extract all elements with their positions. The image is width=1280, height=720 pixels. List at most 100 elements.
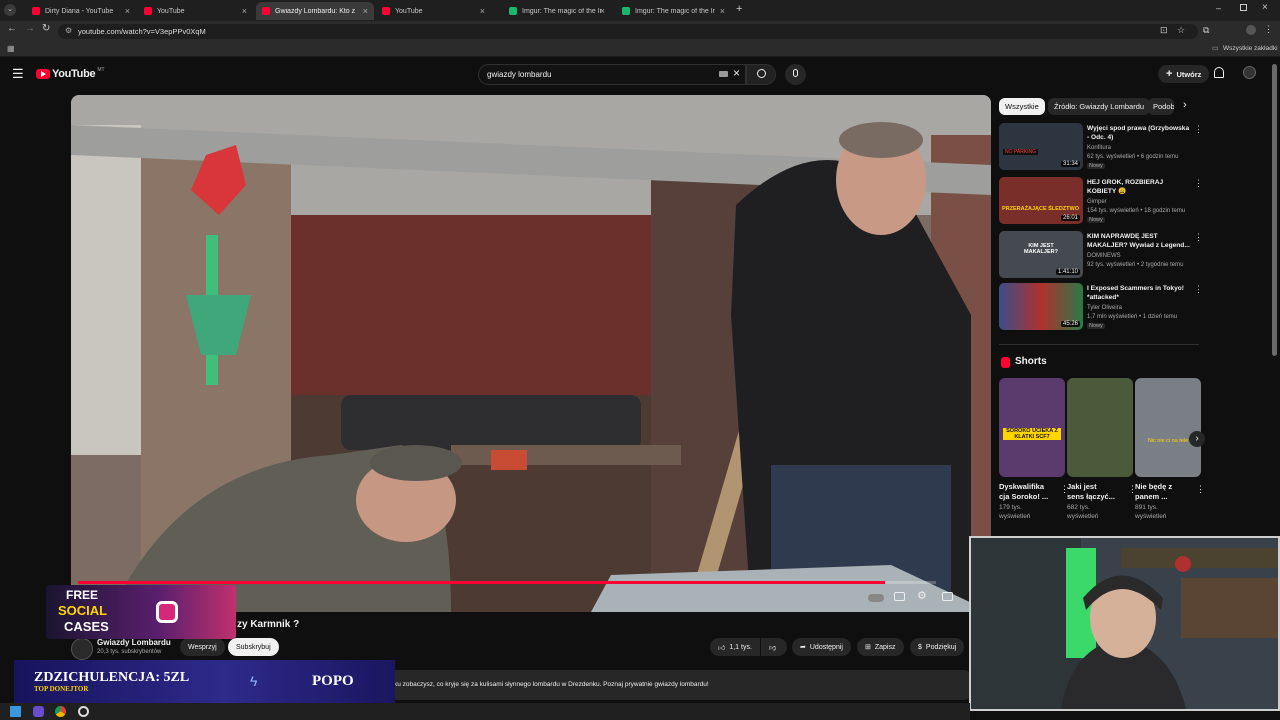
recommended-video[interactable]: PRZERAŻAJĄCE ŚLEDZTWO 26:01 HEJ GROK, RO… <box>999 177 1203 225</box>
search-button[interactable] <box>746 64 776 85</box>
reload-icon[interactable]: ↻ <box>42 23 50 34</box>
browser-tab-bar: ⌄ Dirty Diana - YouTube × YouTube × Gwiazd… <box>0 0 1280 21</box>
save-playlist-icon: ⊞ <box>865 644 871 651</box>
forward-icon[interactable]: → <box>25 23 35 34</box>
close-tab-icon[interactable]: × <box>242 6 247 16</box>
browser-tab[interactable]: Imgur: The magic of the Interne× <box>616 2 731 20</box>
minimize-icon[interactable]: – <box>1216 3 1221 13</box>
video-title: zy Karmnik ? <box>237 619 300 630</box>
browser-tab[interactable]: Imgur: The magic of the Interne× <box>503 2 611 20</box>
more-actions-icon[interactable]: ⋮ <box>1196 484 1205 495</box>
short-item[interactable]: Nic nie ci na tele Nie będę z panem ... … <box>1135 378 1205 521</box>
start-menu-icon[interactable] <box>10 706 21 717</box>
browser-tab[interactable]: YouTube × <box>138 2 253 20</box>
install-icon[interactable]: ⊡ <box>1160 25 1168 36</box>
youtube-favicon-icon <box>382 7 390 15</box>
chevron-right-icon[interactable]: › <box>1183 99 1187 111</box>
folder-icon: ▭ <box>1212 45 1219 52</box>
close-tab-icon[interactable]: × <box>125 6 130 16</box>
settings-gear-icon[interactable]: ⚙ <box>917 589 927 602</box>
youtube-logo[interactable]: YouTube MT <box>36 67 105 80</box>
apps-grid-icon[interactable]: ▦ <box>7 44 15 53</box>
microphone-icon <box>793 69 798 77</box>
page-scrollbar[interactable] <box>1272 64 1277 356</box>
tab-menu-icon[interactable]: ⌄ <box>4 4 16 16</box>
channel-name-link[interactable]: Gwiazdy Lombardu <box>97 638 171 647</box>
video-player[interactable] <box>71 95 991 612</box>
chrome-taskbar-icon[interactable] <box>55 706 66 717</box>
shorts-heading: Shorts <box>1015 356 1047 367</box>
video-thumbnail: PRZERAŻAJĄCE ŚLEDZTWO 26:01 <box>999 177 1083 224</box>
clear-search-icon[interactable]: × <box>733 66 740 80</box>
free-social-cases-banner: FREE SOCIAL CASES <box>46 585 236 639</box>
short-item[interactable]: Jaki jest sens łączyć... 682 tys. wyświe… <box>1067 378 1137 521</box>
video-thumbnail: KIM JEST MAKALJER? 1:41:10 <box>999 231 1083 278</box>
search-input[interactable]: gwiazdy lombardu × <box>478 64 746 85</box>
support-button[interactable]: Wesprzyj <box>180 638 225 656</box>
streamer-webcam <box>969 536 1280 711</box>
browser-tab[interactable]: YouTube × <box>376 2 491 20</box>
voice-search-button[interactable] <box>785 64 806 85</box>
browser-menu-icon[interactable]: ⋮ <box>1264 24 1273 35</box>
more-actions-icon[interactable]: ⋮ <box>1194 178 1203 189</box>
short-thumbnail: SOROKO UCIEKA Z KLATKI SCF7 <box>999 378 1065 477</box>
subtitles-icon[interactable] <box>894 592 905 601</box>
description-text: ku zobaczysz, co kryje się za kulisami s… <box>394 681 709 688</box>
channel-avatar[interactable] <box>71 638 93 660</box>
more-actions-icon[interactable]: ⋮ <box>1194 284 1203 295</box>
taskbar-app-icon[interactable] <box>78 706 89 717</box>
dislike-button[interactable]: 👎︎ <box>761 638 787 656</box>
extensions-icon[interactable]: ⧉ <box>1203 25 1209 36</box>
profile-icon[interactable] <box>1246 25 1256 35</box>
youtube-favicon-icon <box>144 7 152 15</box>
save-button[interactable]: ⊞ Zapisz <box>857 638 904 656</box>
create-button[interactable]: + Utwórz <box>1158 65 1210 83</box>
recommended-video[interactable]: 45:26 I Exposed Scammers in Tokyo! *atta… <box>999 283 1203 331</box>
notifications-bell-icon[interactable] <box>1214 67 1224 78</box>
url-field[interactable]: ⚙ youtube.com/watch?v=V3epPPv0XqM ⊡ ☆ <box>58 24 1198 39</box>
share-arrow-icon: ➦ <box>800 644 806 651</box>
shorts-next-button[interactable]: › <box>1189 431 1205 447</box>
chip-similar[interactable]: Podob <box>1148 98 1174 115</box>
close-tab-icon[interactable]: × <box>480 6 485 16</box>
thanks-button[interactable]: $ Podziękuj <box>910 638 965 656</box>
browser-tab-active[interactable]: Gwiazdy Lombardu: Kto zb...× <box>256 2 374 20</box>
back-icon[interactable]: ← <box>7 23 17 34</box>
site-info-icon[interactable]: ⚙ <box>65 26 72 35</box>
close-tab-icon[interactable]: × <box>600 6 605 16</box>
webcam-image <box>971 538 1278 709</box>
short-item[interactable]: SOROKO UCIEKA Z KLATKI SCF7 Dyskwalifika… <box>999 378 1069 521</box>
subscribe-button[interactable]: Subskrybuj <box>228 638 279 656</box>
short-thumbnail: Nic nie ci na tele <box>1135 378 1201 477</box>
thumbs-up-icon: 👍︎ <box>718 644 726 652</box>
new-tab-icon[interactable]: + <box>736 3 742 15</box>
chip-source-channel[interactable]: Źródło: Gwiazdy Lombardu <box>1048 98 1151 115</box>
account-avatar[interactable] <box>1243 66 1256 79</box>
close-tab-icon[interactable]: × <box>720 6 725 16</box>
browser-tab[interactable]: Dirty Diana - YouTube × <box>26 2 136 20</box>
more-actions-icon[interactable]: ⋮ <box>1194 232 1203 243</box>
youtube-favicon-icon <box>32 7 40 15</box>
share-button[interactable]: ➦ Udostępnij <box>792 638 851 656</box>
short-thumbnail <box>1067 378 1133 477</box>
chip-all[interactable]: Wszystkie <box>999 98 1045 115</box>
recommended-video[interactable]: NO PARKING 31:34 Wyjęci spod prawa (Grzy… <box>999 123 1203 171</box>
youtube-play-logo-icon <box>36 69 50 79</box>
maximize-icon[interactable] <box>1240 4 1247 11</box>
autoplay-toggle[interactable] <box>868 594 884 602</box>
bookmark-star-icon[interactable]: ☆ <box>1177 25 1185 36</box>
recommended-video[interactable]: KIM JEST MAKALJER? 1:41:10 KIM NAPRAWDĘ … <box>999 231 1203 279</box>
video-progress-track[interactable] <box>78 581 936 584</box>
all-bookmarks-link[interactable]: Wszystkie zakładki <box>1223 45 1278 52</box>
close-window-icon[interactable]: × <box>1262 2 1268 13</box>
like-button[interactable]: 👍︎ 1,1 tys. <box>710 638 760 656</box>
hamburger-menu-icon[interactable]: ☰ <box>12 66 24 82</box>
more-actions-icon[interactable]: ⋮ <box>1194 124 1203 135</box>
taskbar-app-icon[interactable] <box>33 706 44 717</box>
close-tab-icon[interactable]: × <box>363 6 368 16</box>
miniplayer-icon[interactable] <box>942 592 953 601</box>
youtube-favicon-icon <box>262 7 270 15</box>
keyboard-icon[interactable] <box>719 71 728 77</box>
thumbs-down-icon: 👎︎ <box>769 644 777 652</box>
imgur-favicon-icon <box>509 7 517 15</box>
